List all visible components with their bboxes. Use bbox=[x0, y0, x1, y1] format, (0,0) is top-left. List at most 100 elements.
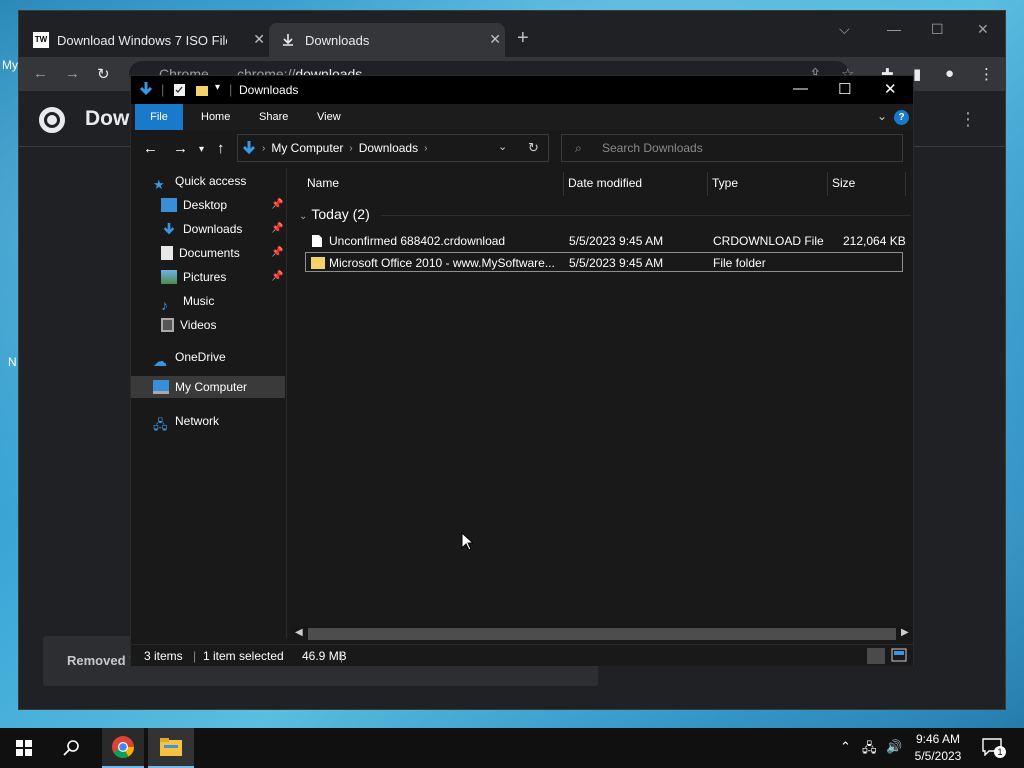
page-title: Dow bbox=[85, 107, 130, 130]
forward-icon[interactable]: → bbox=[65, 65, 80, 82]
up-icon[interactable]: ↑ bbox=[217, 140, 225, 157]
tab-downloads[interactable]: Downloads ✕ bbox=[269, 23, 505, 57]
refresh-icon[interactable]: ↻ bbox=[528, 140, 539, 156]
column-divider[interactable] bbox=[905, 172, 906, 196]
nav-item-videos[interactable]: Videos bbox=[161, 314, 216, 336]
minimize-button[interactable]: — bbox=[887, 21, 901, 37]
chrome-icon bbox=[112, 736, 134, 758]
help-icon[interactable]: ? bbox=[894, 110, 909, 125]
maximize-button[interactable]: ☐ bbox=[931, 21, 944, 38]
address-bar[interactable]: › My Computer › Downloads › ⌄ ↻ bbox=[237, 134, 549, 162]
horizontal-scrollbar[interactable]: ◀ ▶ bbox=[291, 626, 913, 642]
group-header-today[interactable]: ⌄ Today (2) bbox=[299, 206, 370, 222]
more-options-icon[interactable]: ⋮ bbox=[959, 109, 977, 130]
column-divider[interactable] bbox=[827, 172, 828, 196]
new-tab-button[interactable]: + bbox=[517, 27, 529, 50]
mouse-cursor-icon bbox=[461, 532, 473, 551]
scroll-left-icon[interactable]: ◀ bbox=[295, 627, 303, 638]
minimize-button[interactable]: — bbox=[793, 80, 808, 97]
tab-file[interactable]: File bbox=[135, 104, 183, 130]
recent-locations-icon[interactable]: ▾ bbox=[199, 144, 204, 155]
tab-home[interactable]: Home bbox=[189, 104, 242, 130]
selected-count: 1 item selected bbox=[203, 649, 284, 663]
clock[interactable]: 9:46 AM 5/5/2023 bbox=[912, 731, 964, 765]
nav-onedrive[interactable]: ☁ OneDrive bbox=[153, 346, 226, 369]
breadcrumb-downloads[interactable]: Downloads bbox=[359, 141, 418, 155]
close-button[interactable]: ✕ bbox=[884, 80, 897, 98]
column-divider[interactable] bbox=[563, 172, 564, 196]
tab-view[interactable]: View bbox=[305, 104, 353, 130]
column-type[interactable]: Type bbox=[712, 176, 738, 190]
menu-icon[interactable]: ⋮ bbox=[979, 65, 994, 83]
desktop-icon-label[interactable]: My bbox=[2, 58, 18, 72]
taskbar-file-explorer[interactable] bbox=[148, 728, 194, 768]
new-folder-icon[interactable] bbox=[195, 83, 209, 97]
navigation-pane: ★ Quick access Desktop 📌 Downloads 📌 Doc… bbox=[131, 168, 287, 638]
nav-my-computer[interactable]: My Computer bbox=[131, 376, 285, 398]
properties-icon[interactable] bbox=[173, 83, 186, 97]
pin-icon[interactable]: 📌 bbox=[271, 218, 283, 240]
pin-icon[interactable]: 📌 bbox=[271, 266, 283, 288]
address-dropdown-icon[interactable]: ⌄ bbox=[498, 140, 507, 153]
side-panel-icon[interactable]: ▮ bbox=[913, 65, 921, 83]
column-size[interactable]: Size bbox=[832, 176, 855, 190]
file-icon bbox=[312, 235, 322, 247]
chevron-down-icon[interactable]: ⌄ bbox=[877, 109, 887, 123]
scroll-right-icon[interactable]: ▶ bbox=[901, 627, 909, 638]
file-row-crdownload[interactable]: Unconfirmed 688402.crdownload 5/5/2023 9… bbox=[305, 231, 906, 251]
pin-icon[interactable]: 📌 bbox=[271, 242, 283, 264]
forward-icon[interactable]: → bbox=[173, 140, 188, 157]
windows-icon bbox=[16, 740, 32, 756]
search-button[interactable] bbox=[50, 728, 94, 768]
file-date: 5/5/2023 9:45 AM bbox=[569, 234, 664, 248]
reload-icon[interactable]: ↻ bbox=[97, 65, 110, 83]
close-icon[interactable]: ✕ bbox=[489, 31, 501, 48]
nav-quick-access[interactable]: ★ Quick access bbox=[153, 170, 246, 192]
start-button[interactable] bbox=[0, 728, 48, 768]
breadcrumb-my-computer[interactable]: My Computer bbox=[271, 141, 343, 155]
downloads-icon bbox=[163, 222, 175, 235]
tab-label: Download Windows 7 ISO File - U bbox=[57, 32, 227, 48]
qat-separator: | bbox=[161, 82, 165, 97]
close-button[interactable]: ✕ bbox=[977, 21, 989, 38]
scrollbar-thumb[interactable] bbox=[308, 628, 896, 640]
taskbar: ⌃ 🖧 🔊 9:46 AM 5/5/2023 1 bbox=[0, 728, 1024, 768]
network-status-icon[interactable]: 🖧 bbox=[862, 739, 877, 761]
nav-label: My Computer bbox=[175, 380, 248, 394]
tab-download-windows7[interactable]: TW Download Windows 7 ISO File - U ✕ bbox=[33, 23, 265, 57]
close-icon[interactable]: ✕ bbox=[253, 31, 265, 48]
back-icon[interactable]: ← bbox=[33, 65, 48, 82]
maximize-button[interactable]: ☐ bbox=[838, 80, 851, 98]
tab-share[interactable]: Share bbox=[247, 104, 300, 130]
notification-count-badge: 1 bbox=[994, 746, 1006, 758]
profile-icon[interactable]: ● bbox=[945, 65, 954, 82]
nav-label: Quick access bbox=[175, 174, 247, 188]
search-input[interactable]: Search Downloads bbox=[561, 134, 903, 162]
back-icon[interactable]: ← bbox=[143, 140, 158, 157]
details-view-icon[interactable] bbox=[867, 648, 885, 664]
pin-icon[interactable]: 📌 bbox=[271, 194, 283, 216]
nav-item-downloads[interactable]: Downloads 📌 bbox=[161, 218, 287, 240]
search-icon: ⌕ bbox=[575, 141, 582, 155]
volume-icon[interactable]: 🔊 bbox=[886, 739, 902, 755]
notification-center-icon[interactable]: 1 bbox=[982, 738, 1006, 758]
file-row-office-folder[interactable]: Microsoft Office 2010 - www.MySoftware..… bbox=[305, 252, 903, 272]
large-icons-view-icon[interactable] bbox=[891, 648, 909, 664]
nav-item-pictures[interactable]: Pictures 📌 bbox=[161, 266, 287, 288]
column-divider[interactable] bbox=[707, 172, 708, 196]
window-title: Downloads bbox=[239, 83, 299, 97]
column-name[interactable]: Name bbox=[307, 176, 339, 190]
file-date: 5/5/2023 9:45 AM bbox=[569, 256, 664, 270]
nav-item-music[interactable]: ♪ Music bbox=[161, 290, 214, 313]
show-hidden-icons-icon[interactable]: ⌃ bbox=[840, 739, 851, 755]
tab-search-icon[interactable]: ⌵ bbox=[839, 21, 850, 38]
nav-item-desktop[interactable]: Desktop 📌 bbox=[161, 194, 287, 216]
nav-label: Videos bbox=[180, 318, 217, 332]
nav-item-documents[interactable]: Documents 📌 bbox=[161, 242, 287, 264]
taskbar-chrome[interactable] bbox=[102, 728, 144, 768]
nav-label: OneDrive bbox=[175, 350, 226, 364]
column-date-modified[interactable]: Date modified bbox=[568, 176, 642, 190]
qat-dropdown-icon[interactable]: ▾ bbox=[215, 82, 220, 93]
desktop-icon-label[interactable]: N bbox=[8, 355, 17, 369]
nav-network[interactable]: 🖧 Network bbox=[153, 410, 219, 432]
